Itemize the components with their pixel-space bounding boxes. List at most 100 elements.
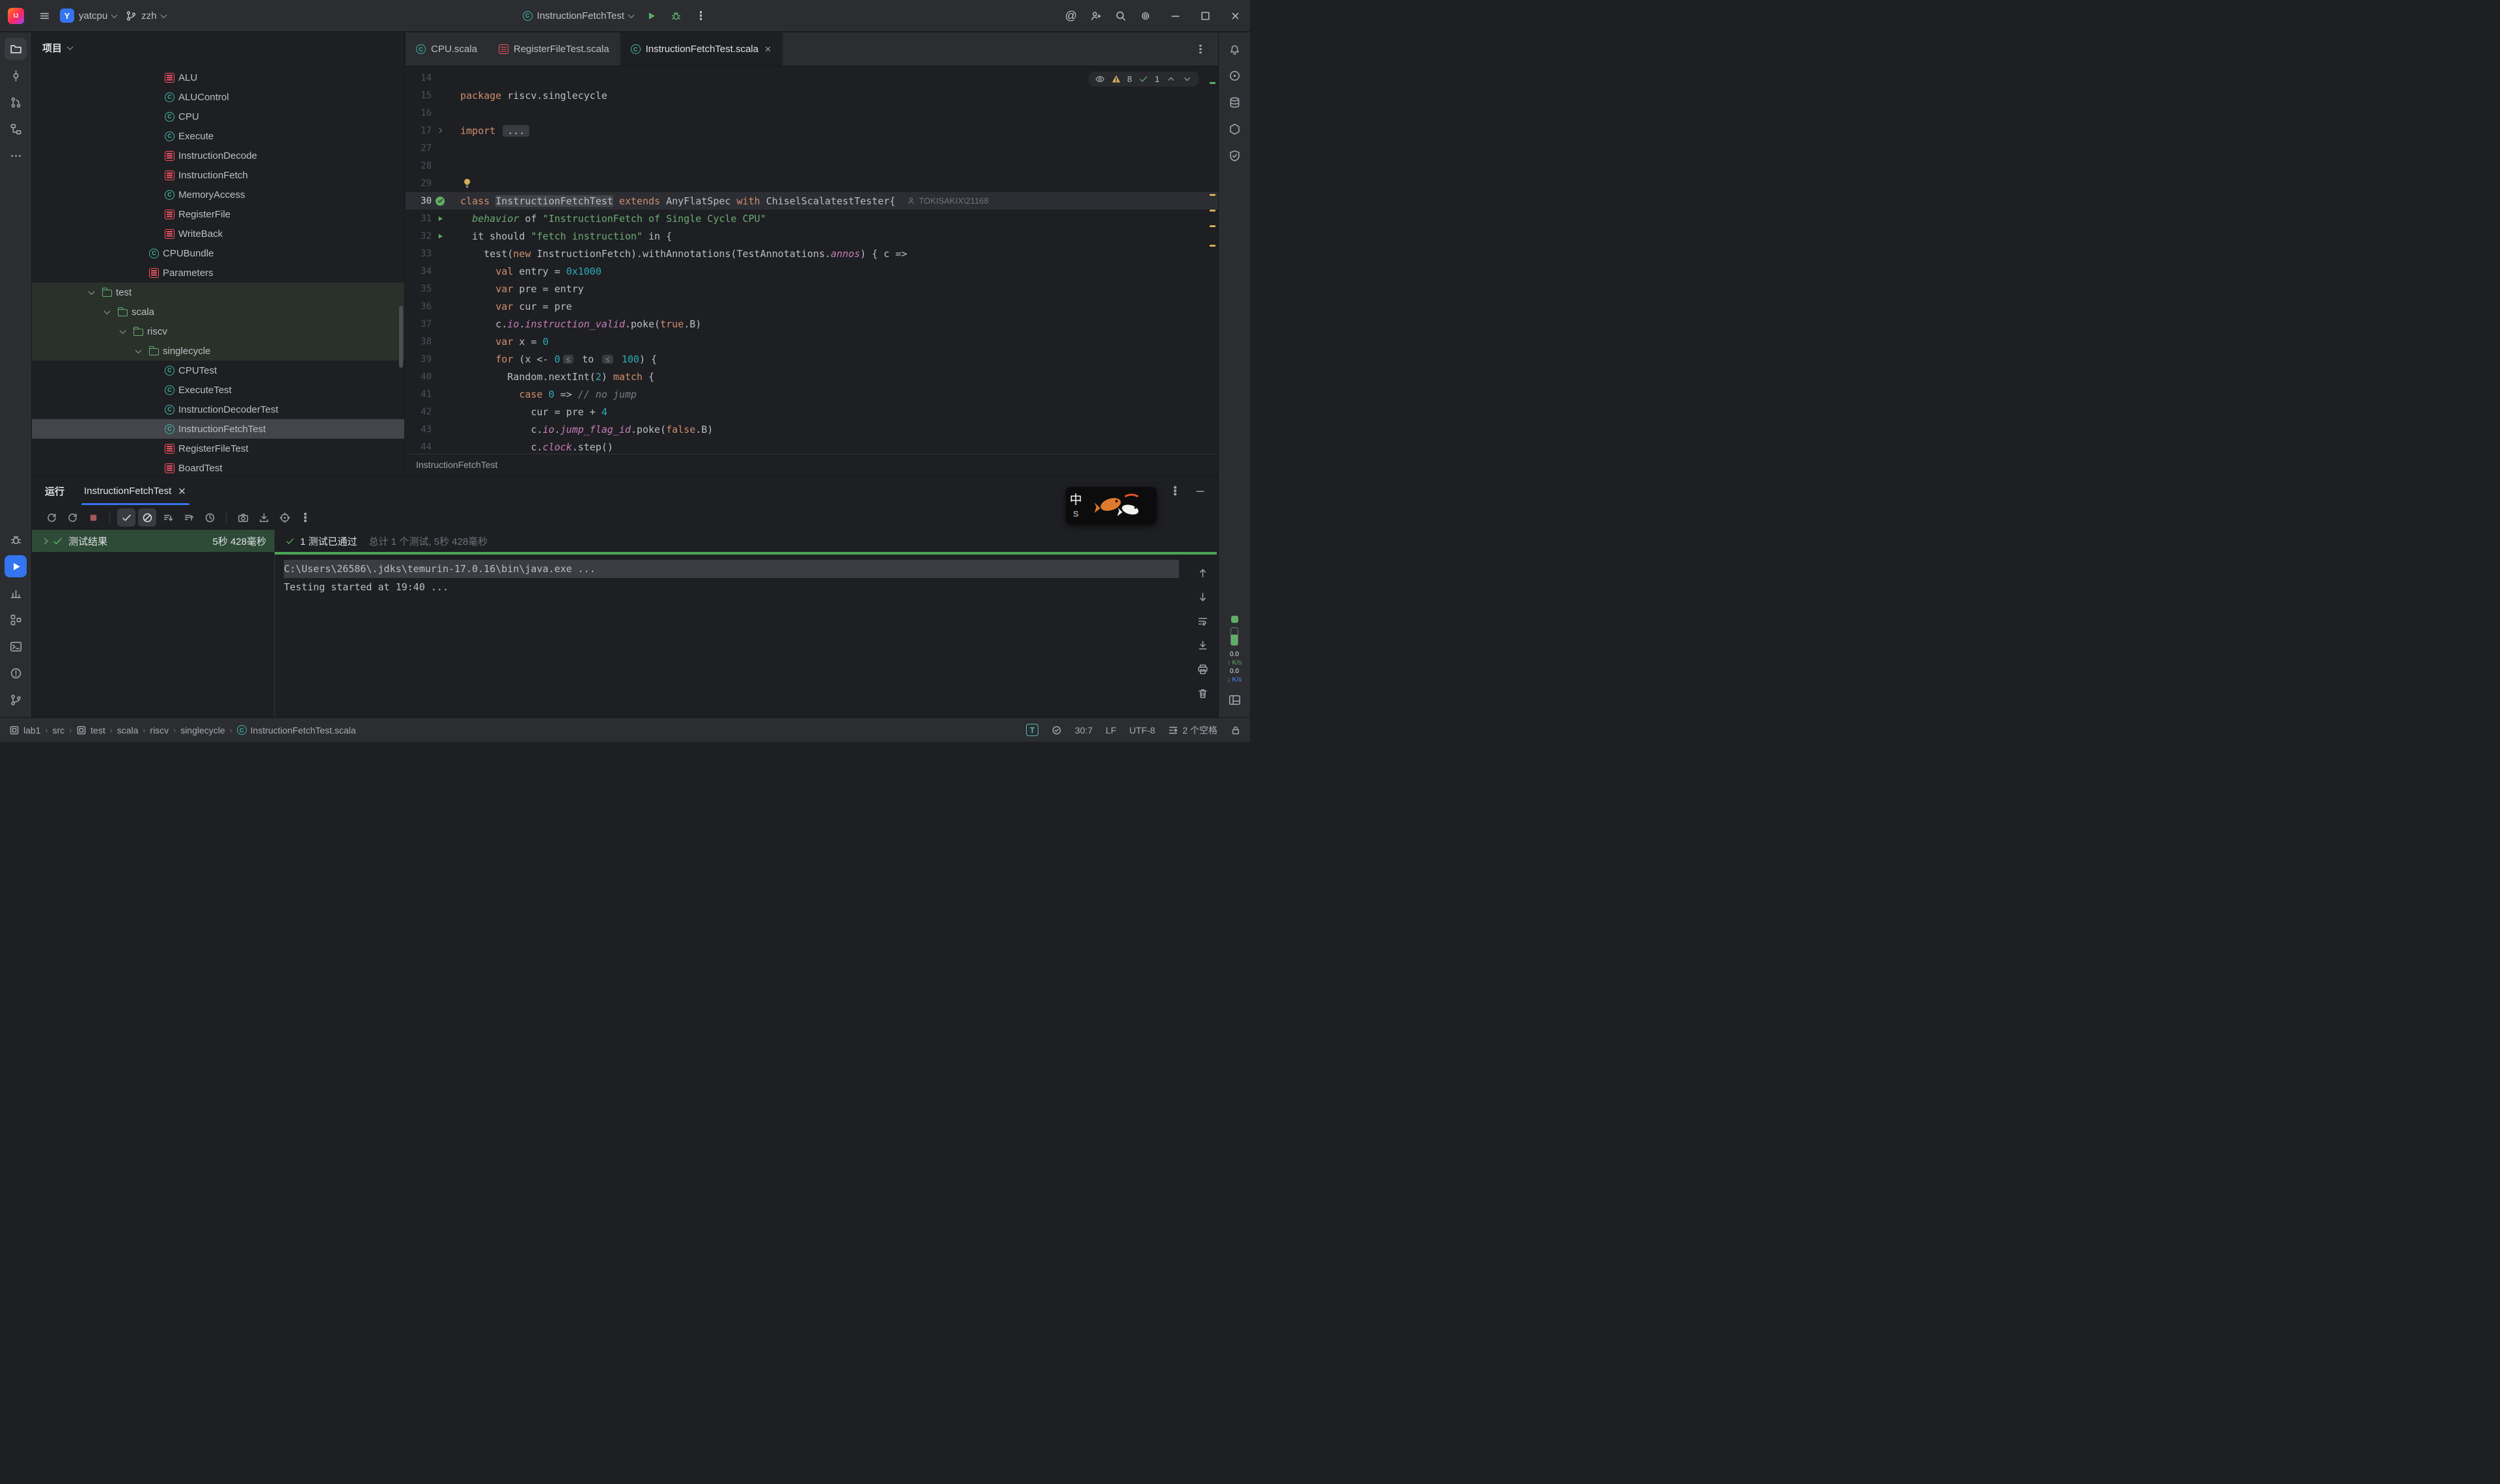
run-more-button[interactable] — [690, 5, 712, 27]
test-passed-gutter-icon[interactable] — [436, 197, 445, 206]
minimize-button[interactable] — [1160, 0, 1190, 32]
code-line-36[interactable]: 36 var cur = pre — [406, 297, 1218, 315]
tree-item-test[interactable]: test — [32, 282, 404, 302]
tree-item-ExecuteTest[interactable]: CExecuteTest — [32, 380, 404, 400]
code-line-32[interactable]: 32 it should "fetch instruction" in { — [406, 227, 1218, 245]
more-options-button[interactable] — [296, 508, 314, 527]
lock-icon[interactable] — [1230, 725, 1241, 735]
vcs-branch-widget[interactable]: zzh — [121, 5, 170, 27]
tree-item-InstructionDecoderTest[interactable]: CInstructionDecoderTest — [32, 400, 404, 419]
scroll-up-button[interactable] — [1193, 564, 1212, 582]
editor-tab-RegisterFileTest.scala[interactable]: RegisterFileTest.scala — [488, 33, 620, 66]
breadcrumb-lab1[interactable]: lab1 — [9, 725, 40, 735]
tool-commit-button[interactable] — [5, 64, 27, 87]
code-line-34[interactable]: 34 val entry = 0x1000 — [406, 262, 1218, 280]
memory-indicator[interactable] — [1230, 627, 1238, 646]
show-passed-button[interactable] — [117, 508, 135, 527]
intention-bulb-icon[interactable] — [462, 178, 473, 189]
soft-wrap-button[interactable] — [1193, 612, 1212, 630]
run-panel-options-button[interactable] — [1166, 482, 1184, 500]
inspection-widget[interactable]: 8 1 — [1089, 72, 1199, 87]
tool-pull-requests-button[interactable] — [5, 91, 27, 113]
run-tab[interactable]: InstructionFetchTest — [77, 476, 193, 505]
editor-breadcrumb[interactable]: InstructionFetchTest — [406, 454, 1218, 474]
tree-item-InstructionDecode[interactable]: InstructionDecode — [32, 146, 404, 165]
tool-project-button[interactable] — [5, 38, 27, 60]
tool-profiler-button[interactable] — [5, 582, 27, 604]
maximize-button[interactable] — [1190, 0, 1220, 32]
test-results-row[interactable]: 测试结果 5秒 428毫秒 — [32, 530, 274, 552]
breadcrumb-riscv[interactable]: riscv — [150, 725, 169, 735]
code-line-43[interactable]: 43 c.io.jump_flag_id.poke(false.B) — [406, 420, 1218, 438]
project-panel-header[interactable]: 项目 — [32, 33, 404, 62]
sort-by-duration-button[interactable] — [180, 508, 198, 527]
rerun-failed-tests-button[interactable] — [63, 508, 81, 527]
run-test-gutter-icon[interactable] — [436, 232, 444, 240]
previous-issue-icon[interactable] — [1166, 74, 1176, 84]
rerun-button[interactable] — [42, 508, 61, 527]
code-line-30[interactable]: 30class InstructionFetchTest extends Any… — [406, 192, 1218, 210]
tree-item-InstructionFetch[interactable]: InstructionFetch — [32, 165, 404, 185]
code-line-40[interactable]: 40 Random.nextInt(2) match { — [406, 368, 1218, 385]
tab-options-button[interactable] — [1192, 41, 1209, 58]
console-line[interactable]: C:\Users\26586\.jdks\temurin-17.0.16\bin… — [284, 560, 1179, 578]
error-stripe[interactable] — [1208, 66, 1218, 454]
code-line-29[interactable]: 29 — [406, 174, 1218, 192]
run-config-selector[interactable]: C InstructionFetchTest — [518, 5, 638, 27]
code-line-17[interactable]: 17import ... — [406, 122, 1218, 139]
ime-widget[interactable]: 中 S — [1066, 487, 1157, 525]
breadcrumb-singlecycle[interactable]: singlecycle — [180, 725, 225, 735]
code-line-16[interactable]: 16 — [406, 104, 1218, 122]
tool-ai-assistant-button[interactable] — [1223, 64, 1245, 87]
breadcrumb-InstructionFetchTest.scala[interactable]: CInstructionFetchTest.scala — [237, 725, 356, 735]
tool-debug-button[interactable] — [5, 529, 27, 551]
debug-button[interactable] — [665, 5, 688, 27]
tree-item-CPU[interactable]: CCPU — [32, 107, 404, 126]
code-line-35[interactable]: 35 var pre = entry — [406, 280, 1218, 297]
run-button[interactable] — [641, 5, 663, 27]
code-line-28[interactable]: 28 — [406, 157, 1218, 174]
search-everywhere-button[interactable] — [1109, 5, 1132, 27]
chevron-down-icon[interactable] — [88, 288, 94, 295]
export-test-results-button[interactable] — [255, 508, 273, 527]
next-issue-icon[interactable] — [1182, 74, 1192, 84]
close-icon[interactable] — [177, 486, 187, 496]
tool-more-tool-windows-button[interactable] — [5, 144, 27, 167]
project-scrollbar[interactable] — [399, 306, 403, 368]
test-history-button[interactable] — [201, 508, 219, 527]
line-separator[interactable]: LF — [1105, 725, 1116, 735]
scroll-down-button[interactable] — [1193, 588, 1212, 606]
navigate-with-single-click-button[interactable] — [275, 508, 294, 527]
breadcrumb-scala[interactable]: scala — [117, 725, 139, 735]
tree-item-singlecycle[interactable]: singlecycle — [32, 341, 404, 361]
editor-tab-CPU.scala[interactable]: CCPU.scala — [406, 33, 488, 66]
code-line-27[interactable]: 27 — [406, 139, 1218, 157]
tree-item-InstructionFetchTest[interactable]: CInstructionFetchTest — [32, 419, 404, 439]
code-editor[interactable]: 1415package riscv.singlecycle1617import … — [406, 66, 1218, 454]
code-line-31[interactable]: 31 behavior of "InstructionFetch of Sing… — [406, 210, 1218, 227]
tree-item-WriteBack[interactable]: WriteBack — [32, 224, 404, 243]
code-line-42[interactable]: 42 cur = pre + 4 — [406, 403, 1218, 420]
file-encoding[interactable]: UTF-8 — [1130, 725, 1156, 735]
caret-position[interactable]: 30:7 — [1075, 725, 1092, 735]
inspections-ok-icon[interactable] — [1051, 725, 1062, 735]
breadcrumb-src[interactable]: src — [52, 725, 64, 735]
console-output[interactable]: C:\Users\26586\.jdks\temurin-17.0.16\bin… — [275, 555, 1218, 596]
editor-tab-InstructionFetchTest.scala[interactable]: CInstructionFetchTest.scala — [620, 33, 783, 66]
console-line[interactable]: Testing started at 19:40 ... — [284, 578, 1186, 596]
tree-item-BoardTest[interactable]: BoardTest — [32, 458, 404, 475]
close-button[interactable] — [1220, 0, 1250, 32]
code-line-39[interactable]: 39 for (x <- 0≤ to ≤ 100) { — [406, 350, 1218, 368]
chevron-down-icon[interactable] — [135, 347, 141, 353]
settings-button[interactable] — [1134, 5, 1156, 27]
code-line-33[interactable]: 33 test(new InstructionFetch).withAnnota… — [406, 245, 1218, 262]
code-line-41[interactable]: 41 case 0 => // no jump — [406, 385, 1218, 403]
tree-item-scala[interactable]: scala — [32, 302, 404, 322]
main-menu-button[interactable] — [33, 5, 55, 27]
tool-database-button[interactable] — [1223, 91, 1245, 113]
tool-window-layout-button[interactable] — [1223, 689, 1245, 711]
tool-problems-button[interactable] — [5, 662, 27, 684]
tool-gradle-button[interactable] — [1223, 118, 1245, 140]
tree-item-CPUBundle[interactable]: CCPUBundle — [32, 243, 404, 263]
breadcrumb-test[interactable]: test — [76, 725, 105, 735]
